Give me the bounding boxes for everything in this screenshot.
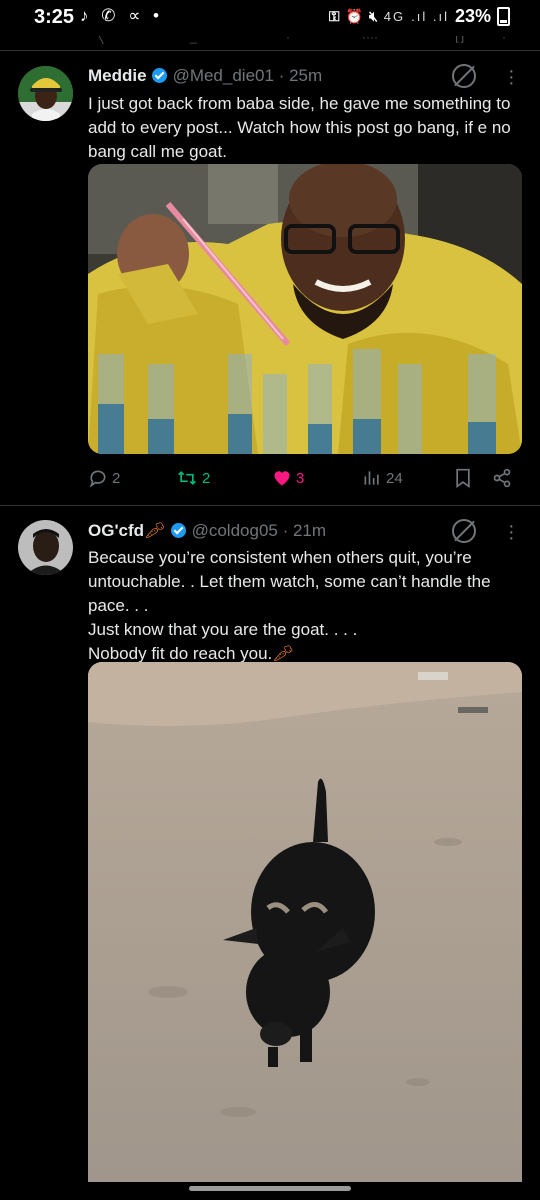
more-options-icon[interactable]: · · ·	[508, 61, 515, 93]
like-count: 3	[296, 469, 305, 487]
status-time: 3:25	[34, 6, 75, 28]
timestamp: · 21m	[282, 521, 327, 540]
grok-icon[interactable]	[452, 519, 476, 543]
handle[interactable]: @Med_die01	[173, 66, 274, 85]
alarm-icon: ⏰	[345, 8, 363, 24]
tweet-1[interactable]: Meddie @Med_die01 · 25m · · · I just got ba…	[0, 50, 540, 505]
notification-icons: ♪ ✆ ∝ •	[80, 6, 164, 25]
more-options-icon[interactable]: · · ·	[508, 516, 515, 548]
tweet-image[interactable]	[88, 164, 522, 454]
tweet-header: OG'cfd🥕︎ @coldog05 · 21m	[88, 521, 326, 541]
tweet-image[interactable]	[88, 662, 522, 1182]
signal-icon: .ıl .ıl	[411, 9, 449, 24]
reply-count: 2	[112, 469, 121, 487]
views-button[interactable]: 24	[362, 468, 403, 488]
avatar[interactable]	[18, 66, 73, 121]
tweet-text: I just got back from baba side, he gave …	[88, 92, 518, 164]
mute-icon: 🔇︎	[368, 8, 378, 24]
grok-icon[interactable]	[452, 64, 476, 88]
timestamp: · 25m	[278, 66, 323, 85]
tweet-paragraph: Just know that you are the goat. . . .	[88, 620, 358, 639]
like-button[interactable]: 3	[272, 468, 304, 488]
view-count: 24	[386, 469, 403, 487]
repost-icon	[178, 470, 196, 486]
carrot-emoji-icon: 🥕︎	[272, 644, 294, 663]
key-icon: ⚿	[328, 8, 340, 24]
tweet-header: Meddie @Med_die01 · 25m	[88, 66, 322, 86]
heart-icon	[274, 471, 290, 486]
tweet-text: Because you’re consistent when others qu…	[88, 546, 518, 666]
verified-badge-icon	[170, 523, 186, 538]
battery-percent: 23%	[454, 6, 491, 26]
carrot-emoji-icon: 🥕︎	[144, 521, 166, 540]
display-name[interactable]: OG'cfd	[88, 521, 144, 540]
bookmark-icon	[456, 468, 470, 488]
tweet-paragraph: I just got back from baba side, he gave …	[88, 94, 511, 161]
share-icon	[493, 468, 511, 488]
repost-count: 2	[202, 469, 211, 487]
verified-badge-icon	[151, 68, 167, 83]
handle[interactable]: @coldog05	[192, 521, 278, 540]
display-name[interactable]: Meddie	[88, 66, 147, 85]
tweet-paragraph: Because you’re consistent when others qu…	[88, 548, 491, 615]
tweet-actions: 2 2 3 24	[88, 468, 518, 498]
status-right: ⚿ ⏰ 🔇︎ 4G .ıl .ıl 23%	[329, 6, 510, 27]
scrolled-content-strip: ╲ _ · ···· ⌊⌋ ·	[96, 36, 506, 44]
battery-icon	[497, 7, 510, 26]
tweet-2[interactable]: OG'cfd🥕︎ @coldog05 · 21m · · · Because you’…	[0, 505, 540, 1200]
network-label: 4G	[383, 9, 406, 24]
reply-icon	[89, 470, 106, 488]
status-bar: 3:25 ♪ ✆ ∝ • ⚿ ⏰ 🔇︎ 4G .ıl .ıl 23%	[0, 0, 540, 36]
home-indicator[interactable]	[189, 1186, 351, 1191]
analytics-icon	[364, 471, 379, 485]
reply-button[interactable]: 2	[88, 468, 120, 488]
bookmark-button[interactable]	[454, 468, 472, 488]
tweet-line: Nobody fit do reach you.	[88, 644, 273, 663]
avatar[interactable]	[18, 520, 73, 575]
repost-button[interactable]: 2	[176, 468, 210, 488]
share-button[interactable]	[492, 468, 512, 488]
